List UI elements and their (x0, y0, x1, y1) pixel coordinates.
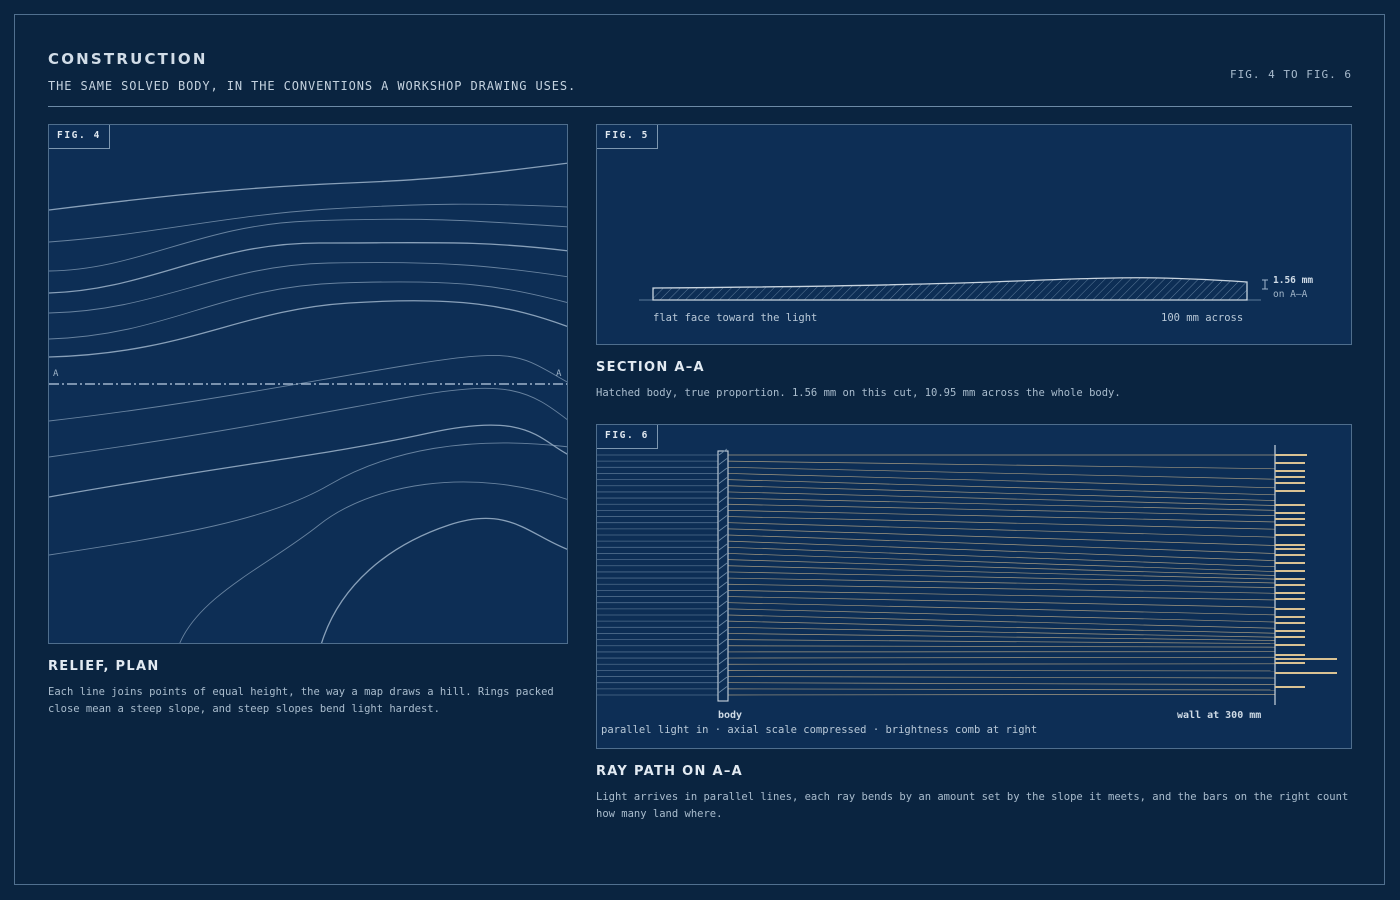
refracted-ray (727, 670, 1276, 672)
refracted-ray (727, 608, 1276, 623)
refracted-ray (727, 602, 1276, 616)
fig6-description: Light arrives in parallel lines, each ra… (596, 791, 1349, 820)
hatched-body (652, 277, 1248, 301)
fig5-panel: FIG. 5 1.56 mm on A–A flat face toward t… (596, 124, 1352, 345)
fig5-tag: FIG. 5 (597, 125, 658, 149)
page-subtitle: THE SAME SOLVED BODY, IN THE CONVENTIONS… (48, 79, 577, 93)
refracted-ray (727, 620, 1276, 634)
ray-diagram (597, 445, 1337, 705)
section-mark-right: A (556, 369, 562, 379)
refracted-ray (727, 676, 1276, 679)
refracted-ray (727, 688, 1276, 691)
figure-range: FIG. 4 TO FIG. 6 (1230, 68, 1352, 81)
refracted-ray (727, 497, 1276, 511)
refracted-ray (727, 546, 1276, 568)
contour-line (49, 162, 567, 211)
contour-line (49, 442, 567, 556)
refracted-ray (727, 693, 1276, 696)
fig4-panel: FIG. 4 A A (48, 124, 568, 644)
header-rule (48, 106, 1352, 107)
section-mark-left: A (53, 369, 59, 379)
refracted-ray (727, 553, 1276, 572)
refracted-ray (727, 460, 1276, 470)
contour-line (49, 203, 567, 243)
thickness-cut-label: on A–A (1273, 289, 1308, 300)
fig4-description: Each line joins points of equal height, … (48, 686, 554, 715)
refracted-ray (727, 633, 1276, 641)
contour-line (49, 218, 567, 272)
refracted-ray (727, 522, 1276, 538)
body-label: body (718, 710, 743, 721)
contour-line (49, 387, 567, 458)
fig5-title: SECTION A–A (596, 360, 705, 375)
fig6-title: RAY PATH ON A–A (596, 764, 744, 779)
refracted-ray (727, 577, 1276, 588)
fig4-tag: FIG. 4 (49, 125, 110, 149)
refracted-ray (727, 516, 1276, 530)
contour-line (49, 424, 567, 498)
refracted-ray (727, 645, 1276, 648)
refracted-ray (727, 639, 1276, 644)
fig6-tag: FIG. 6 (597, 425, 658, 449)
width-label: 100 mm across (1161, 312, 1244, 324)
refracted-ray (727, 682, 1276, 685)
contour-line (320, 517, 567, 643)
contour-line (179, 481, 567, 643)
fig6-footer-label: parallel light in · axial scale compress… (601, 724, 1038, 736)
contour-map (49, 162, 567, 643)
refracted-ray (727, 614, 1276, 629)
refracted-ray (727, 503, 1276, 517)
refracted-ray (727, 656, 1276, 659)
refracted-ray (727, 479, 1276, 496)
wall-label: wall at 300 mm (1177, 710, 1262, 721)
refracted-ray (727, 466, 1276, 480)
refracted-ray (727, 485, 1276, 501)
thickness-value: 1.56 mm (1273, 275, 1314, 286)
refracted-ray (727, 510, 1276, 523)
fig5-description: Hatched body, true proportion. 1.56 mm o… (596, 387, 1121, 399)
fig6-panel: FIG. 6 body wall at 300 mm parallel ligh… (596, 424, 1352, 749)
contour-line (49, 300, 567, 358)
flat-face-label: flat face toward the light (653, 312, 818, 324)
page-title: CONSTRUCTION (48, 50, 208, 68)
fig4-title: RELIEF, PLAN (48, 659, 160, 674)
refracted-ray (727, 473, 1276, 489)
refracted-ray (727, 528, 1276, 546)
refracted-ray (727, 491, 1276, 506)
contour-line (49, 281, 567, 340)
refracted-ray (727, 626, 1276, 638)
